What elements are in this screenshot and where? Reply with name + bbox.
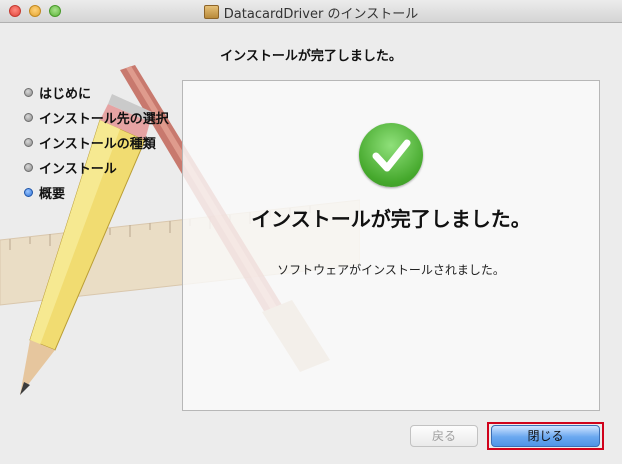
step-label: はじめに <box>39 87 92 102</box>
installer-window: DatacardDriver のインストール インストールが完了しました。 はじ… <box>0 0 622 464</box>
step-indicator-icon <box>24 163 33 172</box>
step-installation-type: インストールの種類 <box>24 130 169 155</box>
step-indicator-icon <box>24 88 33 97</box>
checkmark-glyph <box>372 139 411 172</box>
close-button-highlight: 閉じる <box>487 422 604 450</box>
step-label: インストール <box>39 162 117 177</box>
step-installation: インストール <box>24 155 169 180</box>
window-title: DatacardDriver のインストール <box>0 3 622 22</box>
content-panel: インストールが完了しました。 ソフトウェアがインストールされました。 <box>182 80 600 411</box>
page-heading: インストールが完了しました。 <box>220 49 402 64</box>
completion-message: インストールが完了しました。 <box>251 207 531 231</box>
package-icon <box>203 5 219 19</box>
window-title-text: DatacardDriver のインストール <box>223 7 419 22</box>
title-bar[interactable]: DatacardDriver のインストール <box>0 0 622 23</box>
step-label: インストールの種類 <box>39 137 156 152</box>
step-indicator-icon <box>24 138 33 147</box>
steps-sidebar: はじめに インストール先の選択 インストールの種類 インストール 概要 <box>24 80 169 205</box>
step-introduction: はじめに <box>24 80 169 105</box>
step-indicator-icon <box>24 113 33 122</box>
step-label: 概要 <box>39 187 66 202</box>
completion-detail: ソフトウェアがインストールされました。 <box>277 263 505 277</box>
step-summary: 概要 <box>24 180 169 205</box>
step-label: インストール先の選択 <box>39 112 169 127</box>
checkmark-icon <box>359 123 423 187</box>
back-button[interactable]: 戻る <box>410 425 478 447</box>
step-destination: インストール先の選択 <box>24 105 169 130</box>
close-button[interactable]: 閉じる <box>491 425 600 447</box>
step-indicator-active-icon <box>24 188 33 197</box>
